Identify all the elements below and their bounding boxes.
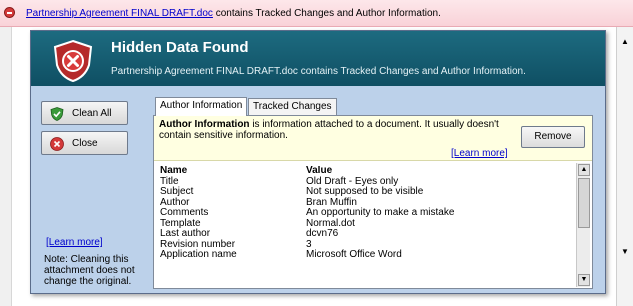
property-row: Template Normal.dot [160, 218, 574, 230]
tab-tracked-changes[interactable]: Tracked Changes [248, 98, 337, 115]
property-value: dcvn76 [306, 228, 339, 239]
property-name: Application name [160, 249, 237, 260]
property-row: Subject Not supposed to be visible [160, 186, 574, 198]
info-bold: Author Information [159, 119, 250, 130]
properties-header: Name Value [160, 166, 574, 177]
property-value: Microsoft Office Word [306, 249, 402, 260]
clean-all-label: Clean All [72, 108, 112, 119]
property-name: Subject [160, 186, 194, 197]
scroll-up-icon[interactable]: ▲ [620, 37, 630, 47]
notification-message: contains Tracked Changes and Author Info… [212, 8, 441, 19]
value-column-header: Value [306, 166, 333, 176]
info-box: Author Information is information attach… [154, 116, 592, 161]
notification-file-link[interactable]: Partnership Agreement FINAL DRAFT.doc [26, 8, 213, 19]
info-text: Author Information is information attach… [159, 119, 509, 141]
close-icon [50, 137, 64, 151]
properties-scrollbar[interactable]: ▲ ▼ [576, 163, 590, 287]
dialog-subtitle: Partnership Agreement FINAL DRAFT.doc co… [111, 66, 526, 77]
notification-text: Partnership Agreement FINAL DRAFT.doc co… [26, 8, 441, 19]
scroll-down-icon[interactable]: ▼ [578, 274, 590, 286]
info-learn-more-link[interactable]: [Learn more] [451, 148, 508, 159]
name-column-header: Name [160, 166, 188, 176]
property-row: Last author dcvn76 [160, 228, 574, 240]
note-line: change the original. [44, 276, 132, 287]
cleaning-note: Note: Cleaning this attachment does not … [44, 254, 144, 287]
close-label: Close [72, 138, 98, 149]
properties-list[interactable]: Name Value Title Old Draft - Eyes only Su… [160, 166, 574, 287]
scroll-up-icon[interactable]: ▲ [578, 164, 590, 176]
property-value: An opportunity to make a mistake [306, 207, 455, 218]
shield-check-icon [50, 107, 64, 121]
tab-author-information[interactable]: Author Information [155, 97, 248, 116]
notification-bar: Partnership Agreement FINAL DRAFT.doc co… [0, 0, 633, 27]
warning-icon [4, 7, 15, 18]
property-name: Comments [160, 207, 209, 218]
tab-panel: Author Information is information attach… [153, 115, 593, 289]
dialog-header: Hidden Data Found Partnership Agreement … [31, 31, 605, 86]
property-row: Application name Microsoft Office Word [160, 249, 574, 261]
remove-button[interactable]: Remove [521, 126, 585, 148]
close-button[interactable]: Close [41, 131, 128, 155]
dialog-title: Hidden Data Found [111, 39, 249, 56]
property-row: Comments An opportunity to make a mistake [160, 207, 574, 219]
shield-x-icon [53, 39, 93, 83]
left-frame [0, 27, 12, 306]
note-line: Note: Cleaning this [44, 254, 129, 265]
note-line: attachment does not [44, 265, 135, 276]
page-scrollbar[interactable]: ▲ ▼ [616, 27, 633, 306]
scroll-down-icon[interactable]: ▼ [620, 247, 630, 257]
hidden-data-dialog: Hidden Data Found Partnership Agreement … [30, 30, 606, 294]
clean-all-button[interactable]: Clean All [41, 101, 128, 125]
scrollbar-thumb[interactable] [578, 178, 590, 228]
property-name: Last author [160, 228, 211, 239]
property-value: Not supposed to be visible [306, 186, 424, 197]
note-learn-more-link[interactable]: [Learn more] [46, 237, 103, 248]
